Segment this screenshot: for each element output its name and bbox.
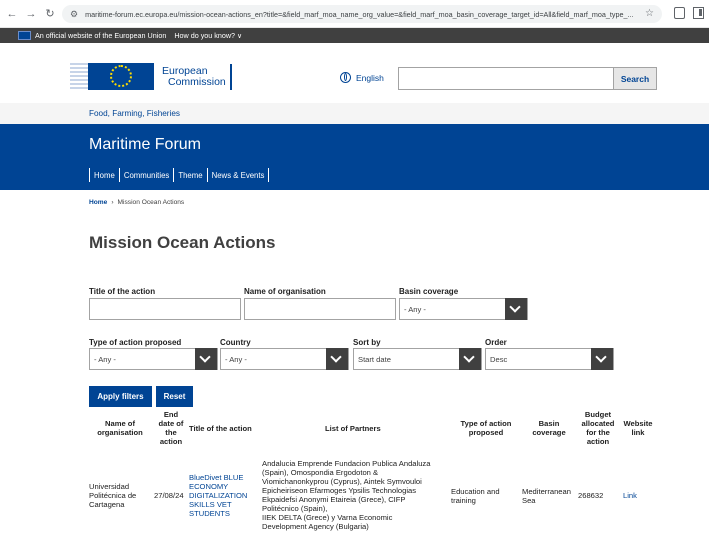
search-input[interactable] [398, 67, 614, 90]
column-header-basin[interactable]: Basin coverage [524, 419, 574, 437]
cell-organisation: Universidad Politécnica de Cartagena [89, 482, 137, 509]
language-label: English [356, 72, 384, 83]
column-header-type[interactable]: Type of action proposed [454, 419, 518, 437]
reload-icon[interactable]: ↻ [43, 7, 57, 21]
site-tag-link[interactable]: Food, Farming, Fisheries [89, 109, 180, 118]
breadcrumb: Home › Mission Ocean Actions [89, 199, 184, 206]
column-header-budget[interactable]: Budget allocated for the action [577, 410, 619, 446]
nav-theme[interactable]: Theme [174, 171, 206, 180]
country-filter-select[interactable]: - Any - [220, 348, 349, 370]
cell-type: Education and training [451, 487, 500, 505]
breadcrumb-current: Mission Ocean Actions [117, 199, 185, 206]
breadcrumb-chevron-icon: › [111, 199, 114, 206]
nav-news-events[interactable]: News & Events [208, 171, 269, 180]
title-filter-label: Title of the action [89, 287, 156, 296]
cell-end-date: 27/08/24 [154, 491, 184, 500]
extensions-icon[interactable] [674, 7, 685, 19]
org-filter-input[interactable] [244, 298, 396, 320]
website-link[interactable]: Link [623, 491, 637, 500]
sort-label: Sort by [353, 338, 381, 347]
reset-button[interactable]: Reset [156, 386, 193, 407]
eu-logo-flag-icon [70, 63, 154, 90]
site-title[interactable]: Maritime Forum [89, 136, 201, 154]
order-label: Order [485, 338, 507, 347]
cell-partners: Andalucia Emprende Fundacion Publica And… [262, 459, 431, 531]
order-value: Desc [490, 354, 508, 364]
chevron-down-icon [591, 348, 613, 370]
type-filter-label: Type of action proposed [89, 338, 182, 347]
side-panel-icon[interactable] [693, 7, 704, 19]
european-commission-logo[interactable]: European Commission [70, 63, 232, 90]
site-header: European Commission English Search [0, 43, 709, 103]
chevron-down-icon [459, 348, 481, 370]
eu-official-banner: An official website of the European Unio… [0, 28, 709, 43]
sort-select[interactable]: Start date [353, 348, 482, 370]
order-select[interactable]: Desc [485, 348, 614, 370]
chevron-down-icon [195, 348, 217, 370]
column-header-partners[interactable]: List of Partners [325, 424, 405, 433]
browser-toolbar: ← → ↻ ⚙ maritime-forum.ec.europa.eu/miss… [0, 0, 709, 28]
logo-divider [229, 63, 232, 90]
url-text[interactable]: maritime-forum.ec.europa.eu/mission-ocea… [85, 10, 640, 19]
main-navigation: Home Communities Theme News & Events [89, 168, 270, 182]
basin-filter-label: Basin coverage [399, 287, 459, 296]
logo-line2: Commission [168, 75, 226, 88]
type-filter-value: - Any - [94, 354, 116, 364]
forward-icon[interactable]: → [24, 7, 38, 21]
country-filter-value: - Any - [225, 354, 247, 364]
nav-communities[interactable]: Communities [120, 171, 174, 180]
site-info-icon[interactable]: ⚙ [70, 9, 78, 20]
address-bar[interactable]: ⚙ maritime-forum.ec.europa.eu/mission-oc… [62, 5, 662, 23]
sort-value: Start date [358, 354, 391, 364]
breadcrumb-home[interactable]: Home [89, 199, 107, 206]
cell-title-link[interactable]: BlueDivet BLUE ECONOMY DIGITALIZATION SK… [189, 473, 261, 518]
bookmark-star-icon[interactable]: ☆ [645, 8, 654, 19]
apply-filters-button[interactable]: Apply filters [89, 386, 152, 407]
page-title: Mission Ocean Actions [89, 233, 276, 252]
country-filter-label: Country [220, 338, 251, 347]
column-header-title[interactable]: Title of the action [189, 424, 261, 433]
chevron-down-icon [326, 348, 348, 370]
basin-filter-select[interactable]: - Any - [399, 298, 528, 320]
cell-budget: 268632 [578, 491, 604, 500]
org-filter-label: Name of organisation [244, 287, 326, 296]
search-button[interactable]: Search [614, 67, 657, 90]
column-header-organisation[interactable]: Name of organisation [89, 419, 151, 437]
site-title-band: Maritime Forum Home Communities Theme Ne… [0, 124, 709, 190]
type-filter-select[interactable]: - Any - [89, 348, 218, 370]
nav-home[interactable]: Home [90, 171, 119, 180]
cell-basin: Mediterranean Sea [522, 487, 571, 505]
globe-icon [340, 72, 351, 83]
eu-banner-text: An official website of the European Unio… [35, 31, 167, 40]
column-header-end-date[interactable]: End date of the action [155, 410, 187, 446]
chevron-down-icon [505, 298, 527, 320]
eu-flag-icon [18, 31, 31, 40]
how-do-you-know-link[interactable]: How do you know? ∨ [174, 31, 242, 40]
column-header-website[interactable]: Website link [620, 419, 656, 437]
title-filter-input[interactable] [89, 298, 241, 320]
basin-filter-value: - Any - [404, 304, 426, 314]
back-icon[interactable]: ← [5, 7, 19, 21]
language-selector[interactable]: English [340, 72, 384, 83]
logo-line1: European [162, 64, 208, 77]
site-tag-bar: Food, Farming, Fisheries [0, 103, 709, 124]
